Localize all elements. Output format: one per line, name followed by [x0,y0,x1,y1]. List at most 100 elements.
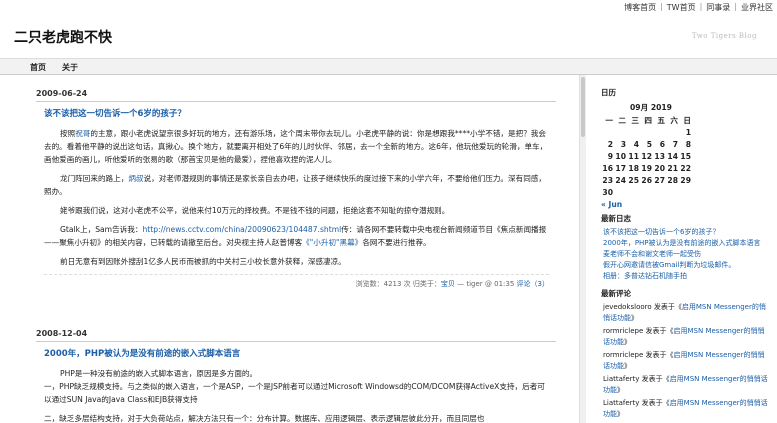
inline-link[interactable]: 祝哥 [75,129,90,138]
weekday: 一 [605,115,613,125]
text: 各网不要进行推荐。 [362,238,431,247]
day: 29 [680,175,691,185]
recent-posts-heading: 最新日志 [601,214,631,223]
calendar-week: 23 24 25 26 27 28 29 [601,174,692,186]
calendar-prev-month[interactable]: « Jun [601,200,777,209]
post-paragraph: 按照祝哥的主意，跟小老虎说望京很多好玩的地方，还有游乐场，这个周末带你去玩儿。小… [44,127,549,166]
weekday: 二 [618,115,626,125]
text: 按照 [60,129,76,138]
comment-author: jevedokslooro [603,303,652,311]
weekday: 五 [657,115,665,125]
day: 13 [654,151,665,161]
day [653,126,666,138]
comments-link[interactable]: 评论（3） [517,280,549,288]
category-link[interactable]: 宝贝 [441,280,455,288]
comment-item: rormriclepe 发表于《启用MSN Messenger的悄悄话功能》 [603,350,771,371]
post-paragraph: 龙门阵回来的路上，炳叔说，对老师潜规则的事情还是家长亲自去办吧，让孩子继续快乐的… [44,172,549,198]
nav-home[interactable]: 首页 [30,62,46,73]
inline-link[interactable]: 炳叔 [128,174,143,183]
post-title-link[interactable]: 该不该把这一切告诉一个6岁的孩子？ [44,107,556,119]
weekday: 六 [670,115,678,125]
day: 11 [628,151,639,161]
comment-item: Liattaferty 发表于《启用MSN Messenger的悄悄话功能》 [603,398,771,419]
topnav-blog-home[interactable]: 博客首页 [624,2,656,13]
post-date: 2009-06-24 [36,89,556,102]
post-title-link[interactable]: 2000年，PHP被认为是没有前途的嵌入式脚本语言 [44,347,556,359]
topnav-community[interactable]: 业界社区 [741,2,773,13]
recent-post-link[interactable]: 麦老师不会和谢文老师一起受伤 [603,249,768,260]
topnav-separator: | [734,2,737,11]
post-body: PHP是一种没有前途的嵌入式脚本语言，原因是多方面的。 一，PHP缺乏规模支持。… [44,367,549,423]
topnav-separator: | [699,2,703,11]
topnav-colleagues[interactable]: 同事录 [706,2,730,13]
comment-sep: 发表于《 [639,399,670,407]
day: 26 [641,175,652,185]
weekday: 三 [631,115,639,125]
topnav-tw-home[interactable]: TW首页 [667,2,696,13]
day: 7 [672,139,678,149]
recent-post-link[interactable]: 该不该把这一切告诉一个6岁的孩子？ [603,227,768,238]
day: 23 [602,175,613,185]
day [614,126,627,138]
day: 15 [680,151,691,161]
news-link[interactable]: http://news.cctv.com/china/20090623/1044… [142,225,341,234]
post-date: 2008-12-04 [36,329,556,342]
recent-comments-heading: 最新评论 [601,289,631,298]
post-paragraph: 姥爷跟我们说，这对小老虎不公平，说他来付10万元的择校费。不是钱不钱的问题，拒绝… [60,206,450,215]
day: 27 [654,175,665,185]
weekday: 四 [644,115,652,125]
day: 21 [667,163,678,173]
comment-sep: 发表于《 [639,375,670,383]
text: 龙门阵回来的路上， [60,174,129,183]
recent-post-link[interactable]: 假开心网邀请信被Gmail判断为垃圾邮件。 [603,260,768,271]
weekday: 日 [683,115,691,125]
day [601,126,614,138]
meta-text: 浏览数：4213 次 归类于： [355,280,441,288]
comment-author: rormriclepe [603,351,644,359]
comment-end: 》 [624,337,631,346]
calendar-week: 30 [601,186,692,198]
comment-item: Liattaferty 发表于《启用MSN Messenger的悄悄话功能》 [603,374,771,395]
recent-post-link[interactable]: 相册：多普达钻石机随手拍 [603,271,768,282]
post-paragraph: Gtalk上，Sam告诉我：http://news.cctv.com/china… [44,223,549,249]
post-paragraph: 前日无意有到因账外搜刮1亿多人民币而被抓的中关村三小校长意外获释，深感凄凉。 [60,257,346,266]
comment-end: 》 [617,385,624,394]
site-title[interactable]: 二只老虎跑不快 [14,27,112,47]
post-body: 按照祝哥的主意，跟小老虎说望京很多好玩的地方，还有游乐场，这个周末带你去玩儿。小… [44,127,549,268]
calendar-week: 2345678 [601,138,692,150]
day: 2 [607,139,613,149]
day: 16 [602,163,613,173]
day [640,126,653,138]
post-meta: 浏览数：4213 次 归类于：宝贝 — tiger @ 01:35 评论（3） [44,274,549,289]
scrollbar-thumb[interactable] [581,77,585,137]
comment-author: rormriclepe [603,327,644,335]
nav-about[interactable]: 关于 [62,62,78,73]
day: 6 [659,139,665,149]
day [627,126,640,138]
comment-item: rormriclepe 发表于《启用MSN Messenger的悄悄话功能》 [603,326,771,347]
day: 5 [646,139,652,149]
post-entry: 2008-12-04 2000年，PHP被认为是没有前途的嵌入式脚本语言 PHP… [36,329,556,423]
inline-link[interactable]: 《"小升初"黑幕》 [302,238,362,247]
main-scrollbar[interactable] [579,75,586,423]
day: 20 [654,163,665,173]
site-tagline: Two Tigers Blog [691,32,757,40]
recent-post-link[interactable]: 2000年，PHP被认为是没有前途的嵌入式脚本语言 [603,238,768,249]
calendar-table: 一 二 三 四 五 六 日 1 2345678 9 10 11 12 13 14 15 16… [601,114,692,198]
day [679,186,692,198]
calendar-week: 1 [601,126,692,138]
day: 8 [685,139,691,149]
text: Gtalk上，Sam告诉我： [60,225,143,234]
comment-end: 》 [617,409,624,418]
day: 18 [628,163,639,173]
post-paragraph: 一，PHP缺乏规模支持。与之类似的嵌入语言，一个是ASP，一个是JSP前者可以通… [44,382,545,404]
day [653,186,666,198]
day [627,186,640,198]
calendar-week: 9 10 11 12 13 14 15 [601,150,692,162]
day: 19 [641,163,652,173]
day [614,186,627,198]
comment-sep: 发表于《 [651,303,682,311]
recent-posts-list: 该不该把这一切告诉一个6岁的孩子？ 2000年，PHP被认为是没有前途的嵌入式脚… [603,227,768,282]
day: 28 [667,175,678,185]
prev-month-link[interactable]: « Jun [601,200,622,209]
